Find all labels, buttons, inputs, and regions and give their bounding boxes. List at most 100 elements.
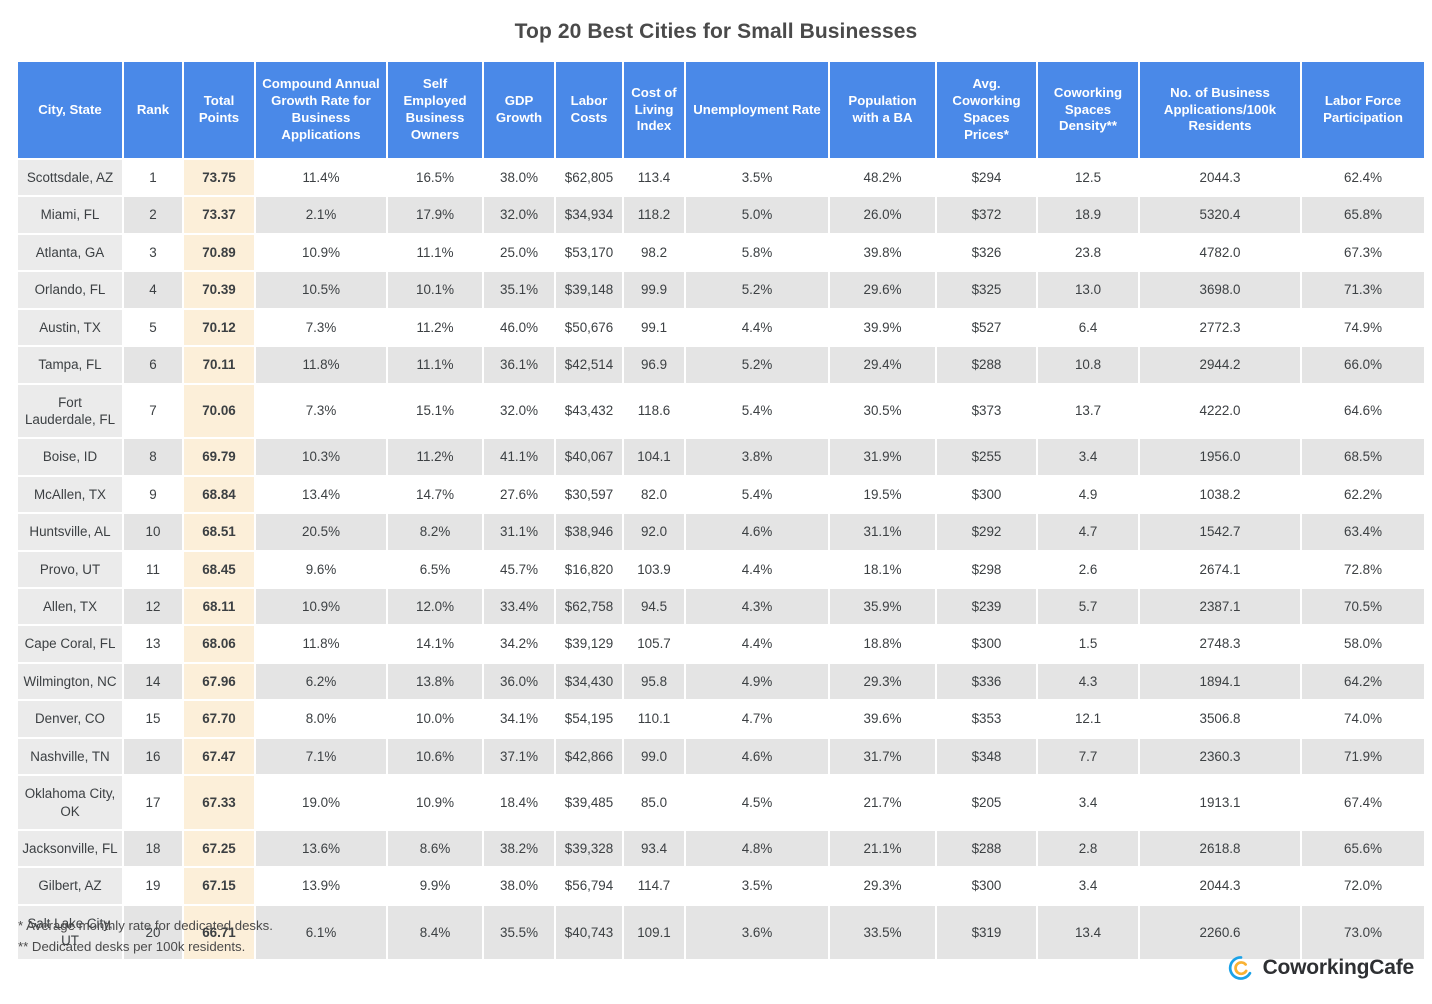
cell-population-ba: 31.7% [830,739,935,774]
cell-total-points: 73.37 [184,197,254,232]
column-header-coworking-prices: Avg. Coworking Spaces Prices* [937,62,1036,158]
cell-labor-costs: $39,148 [556,272,622,307]
cell-coworking-density: 3.4 [1038,776,1138,829]
cell-total-points: 67.25 [184,831,254,866]
table-row: Austin, TX570.127.3%11.2%46.0%$50,67699.… [18,310,1424,345]
cell-labor-costs: $43,432 [556,385,622,438]
cell-self-employed: 14.7% [388,477,482,512]
cell-labor-costs: $16,820 [556,552,622,587]
cell-coworking-density: 4.9 [1038,477,1138,512]
cell-cost-of-living: 94.5 [624,589,684,624]
cell-coworking-prices: $298 [937,552,1036,587]
cell-cost-of-living: 104.1 [624,439,684,474]
cell-business-applications: 3698.0 [1140,272,1300,307]
cell-labor-costs: $50,676 [556,310,622,345]
cell-gdp-growth: 27.6% [484,477,554,512]
cell-self-employed: 14.1% [388,626,482,661]
cell-gdp-growth: 41.1% [484,439,554,474]
cell-cagr: 11.4% [256,160,386,195]
cell-self-employed: 15.1% [388,385,482,438]
cell-total-points: 70.06 [184,385,254,438]
cell-city: Allen, TX [18,589,122,624]
cell-labor-force: 74.0% [1302,701,1424,736]
cell-coworking-prices: $239 [937,589,1036,624]
cell-gdp-growth: 31.1% [484,514,554,549]
cell-total-points: 70.39 [184,272,254,307]
cell-total-points: 70.12 [184,310,254,345]
cell-gdp-growth: 45.7% [484,552,554,587]
cell-cost-of-living: 103.9 [624,552,684,587]
cell-cost-of-living: 109.1 [624,906,684,959]
cell-unemployment: 4.3% [686,589,828,624]
cell-rank: 14 [124,664,182,699]
cell-cost-of-living: 93.4 [624,831,684,866]
cell-labor-force: 67.4% [1302,776,1424,829]
cell-coworking-density: 18.9 [1038,197,1138,232]
cell-rank: 15 [124,701,182,736]
table-row: Nashville, TN1667.477.1%10.6%37.1%$42,86… [18,739,1424,774]
infographic-page: Top 20 Best Cities for Small Businesses … [0,0,1432,1004]
cell-cost-of-living: 113.4 [624,160,684,195]
cell-unemployment: 4.5% [686,776,828,829]
cell-coworking-density: 10.8 [1038,347,1138,382]
table-row: Tampa, FL670.1111.8%11.1%36.1%$42,51496.… [18,347,1424,382]
cell-cagr: 9.6% [256,552,386,587]
cell-labor-force: 64.6% [1302,385,1424,438]
cell-coworking-density: 4.3 [1038,664,1138,699]
cell-labor-costs: $53,170 [556,235,622,270]
cell-cagr: 20.5% [256,514,386,549]
cell-rank: 4 [124,272,182,307]
cell-unemployment: 3.5% [686,868,828,903]
table-row: Denver, CO1567.708.0%10.0%34.1%$54,19511… [18,701,1424,736]
table-row: Miami, FL273.372.1%17.9%32.0%$34,934118.… [18,197,1424,232]
column-header-total-points: Total Points [184,62,254,158]
cell-business-applications: 1913.1 [1140,776,1300,829]
cell-population-ba: 29.4% [830,347,935,382]
cell-coworking-prices: $527 [937,310,1036,345]
cell-self-employed: 17.9% [388,197,482,232]
cell-coworking-prices: $373 [937,385,1036,438]
cell-rank: 13 [124,626,182,661]
cell-cost-of-living: 96.9 [624,347,684,382]
cell-labor-force: 65.8% [1302,197,1424,232]
cell-rank: 17 [124,776,182,829]
table-row: Atlanta, GA370.8910.9%11.1%25.0%$53,1709… [18,235,1424,270]
cell-coworking-density: 2.8 [1038,831,1138,866]
cell-gdp-growth: 32.0% [484,385,554,438]
cell-total-points: 68.51 [184,514,254,549]
cell-cagr: 13.6% [256,831,386,866]
cell-coworking-density: 3.4 [1038,868,1138,903]
page-title: Top 20 Best Cities for Small Businesses [0,0,1432,44]
table-row: Oklahoma City, OK1767.3319.0%10.9%18.4%$… [18,776,1424,829]
cell-labor-force: 71.3% [1302,272,1424,307]
table-row: McAllen, TX968.8413.4%14.7%27.6%$30,5978… [18,477,1424,512]
cell-population-ba: 31.1% [830,514,935,549]
cell-population-ba: 30.5% [830,385,935,438]
cell-population-ba: 26.0% [830,197,935,232]
cell-self-employed: 11.2% [388,439,482,474]
cell-cagr: 10.9% [256,235,386,270]
cell-total-points: 68.84 [184,477,254,512]
cell-business-applications: 2944.2 [1140,347,1300,382]
cell-total-points: 67.33 [184,776,254,829]
table-row: Wilmington, NC1467.966.2%13.8%36.0%$34,4… [18,664,1424,699]
cell-population-ba: 19.5% [830,477,935,512]
cell-population-ba: 29.6% [830,272,935,307]
table-header: City, State Rank Total Points Compound A… [18,62,1424,158]
cell-coworking-density: 13.4 [1038,906,1138,959]
cell-population-ba: 39.9% [830,310,935,345]
cell-self-employed: 6.5% [388,552,482,587]
cell-coworking-density: 4.7 [1038,514,1138,549]
cell-city: McAllen, TX [18,477,122,512]
cell-labor-costs: $54,195 [556,701,622,736]
cell-city: Austin, TX [18,310,122,345]
cell-labor-force: 68.5% [1302,439,1424,474]
cell-unemployment: 5.4% [686,477,828,512]
cell-city: Orlando, FL [18,272,122,307]
cell-labor-costs: $56,794 [556,868,622,903]
cell-coworking-prices: $300 [937,477,1036,512]
column-header-cost-of-living: Cost of Living Index [624,62,684,158]
cell-gdp-growth: 25.0% [484,235,554,270]
cell-self-employed: 8.6% [388,831,482,866]
cell-unemployment: 4.4% [686,626,828,661]
